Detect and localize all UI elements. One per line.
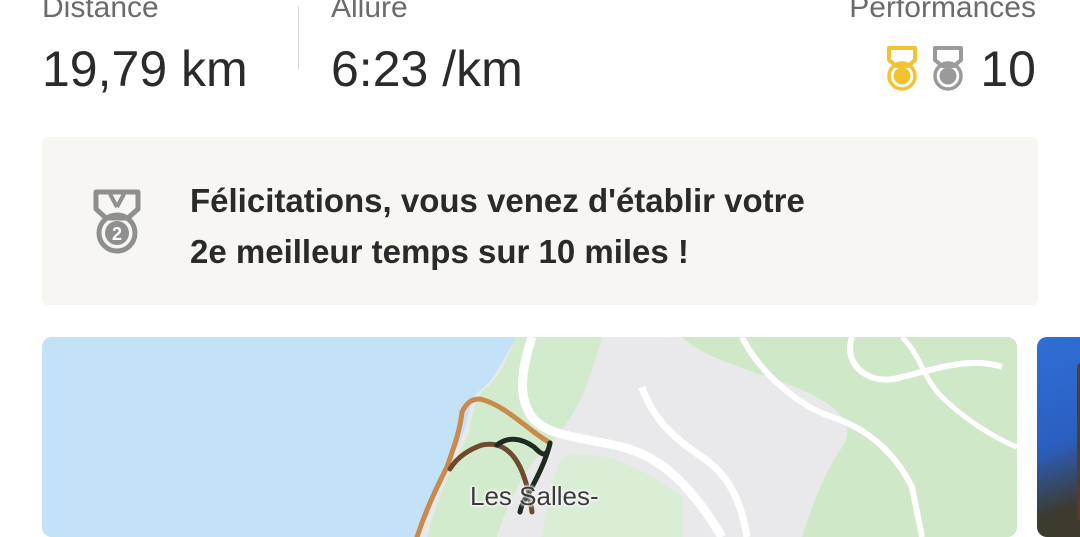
pace-label: Allure	[331, 0, 408, 24]
banner-message: Félicitations, vous venez d'établir votr…	[190, 175, 950, 277]
gold-medal-icon	[887, 46, 918, 91]
medal-number: 2	[112, 224, 122, 244]
distance-label: Distance	[42, 0, 159, 24]
stat-divider	[298, 6, 299, 69]
silver-medal-icon	[933, 46, 964, 91]
performances-value[interactable]: 10	[884, 40, 1036, 98]
silver-medal-2-icon: 2	[93, 189, 141, 254]
performances-label: Performances	[849, 0, 1036, 24]
stats-row: Distance 19,79 km Allure 6:23 /km Perfor…	[0, 0, 1080, 110]
pace-value: 6:23 /km	[331, 41, 523, 97]
activity-photo[interactable]	[1037, 337, 1080, 537]
achievement-banner[interactable]: 2 Félicitations, vous venez d'établir vo…	[42, 137, 1038, 305]
distance-value: 19,79 km	[42, 41, 248, 97]
banner-line-1: Félicitations, vous venez d'établir votr…	[190, 182, 805, 219]
banner-line-2: 2e meilleur temps sur 10 miles !	[190, 233, 689, 270]
route-map[interactable]: Les Salles-	[42, 337, 1017, 537]
performances-count: 10	[980, 41, 1036, 97]
map-place-label: Les Salles-	[470, 481, 599, 511]
